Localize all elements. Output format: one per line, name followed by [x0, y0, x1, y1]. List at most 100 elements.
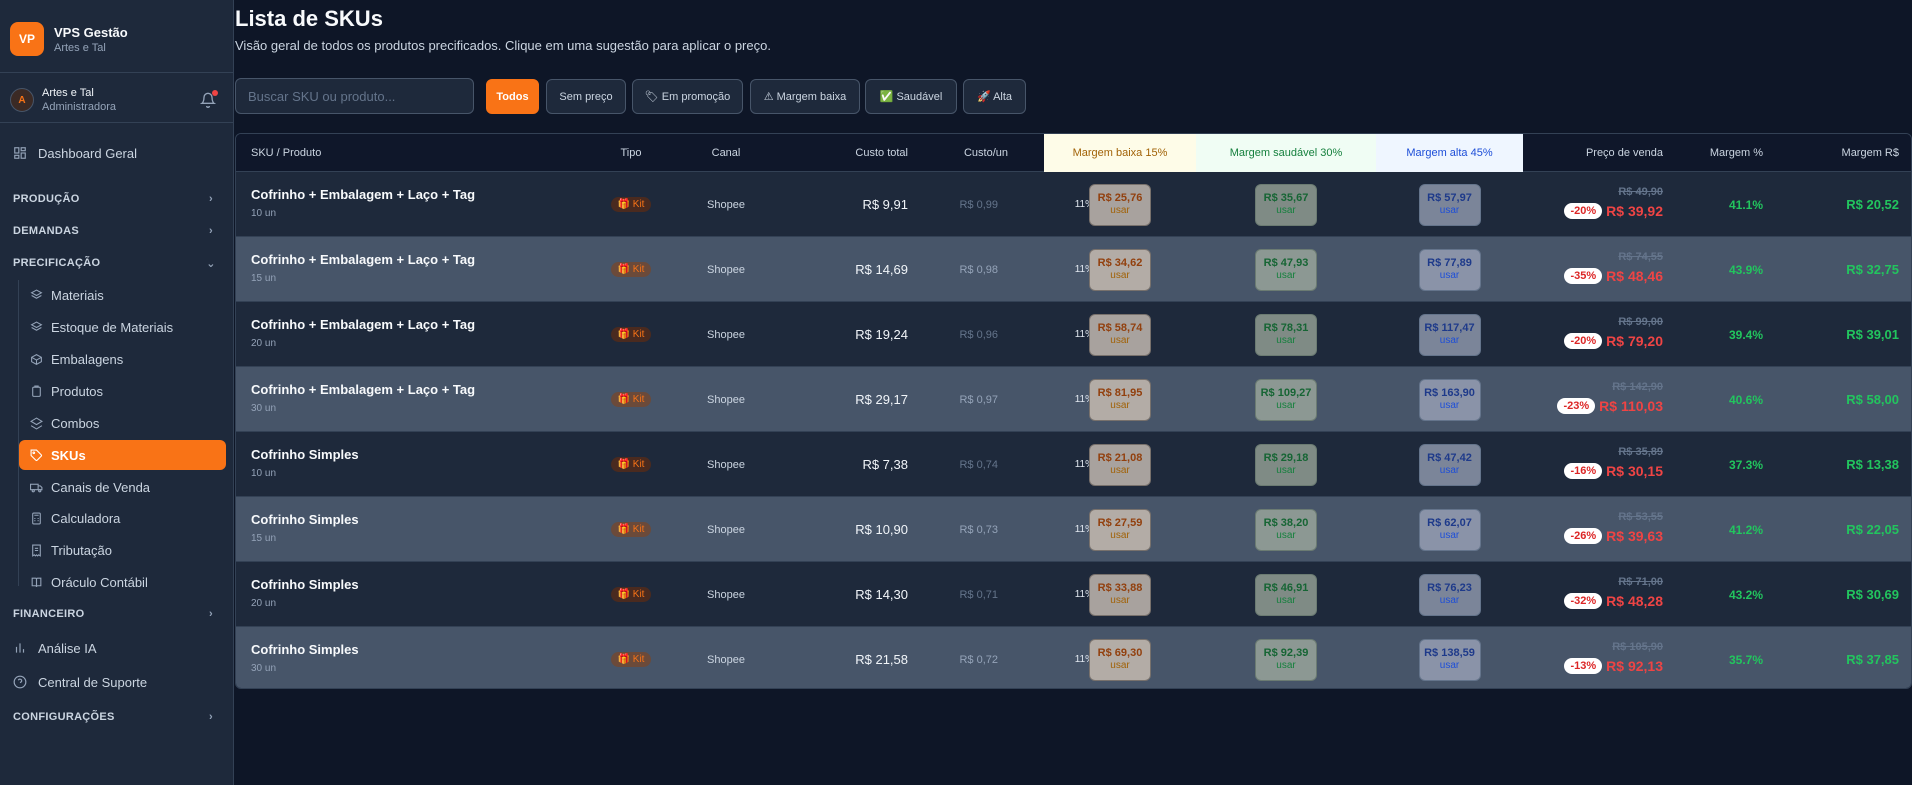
suggest-low-margin-button[interactable]: R$ 33,88 usar	[1089, 573, 1151, 616]
kit-badge: 🎁 Kit	[610, 587, 652, 602]
col-tipo[interactable]: Tipo	[576, 134, 686, 172]
sale-price[interactable]: R$ 74,55 -35% R$ 48,46	[1403, 237, 1663, 302]
col-preco[interactable]: Preço de venda	[1523, 134, 1663, 172]
margin-percent: 41.2%	[1728, 522, 1763, 537]
promo-price: R$ 110,03	[1599, 398, 1663, 414]
search-input[interactable]	[235, 78, 474, 114]
col-margem-alta[interactable]: Margem alta 45%	[1376, 134, 1523, 172]
suggest-low-margin-button[interactable]: R$ 27,59 usar	[1089, 508, 1151, 551]
nav-suporte[interactable]: Central de Suporte	[12, 669, 226, 695]
nav-section-demandas[interactable]: DEMANDAS ›	[13, 221, 216, 241]
chevron-right-icon: ›	[209, 608, 213, 620]
sidebar-item-canais[interactable]: Canais de Venda	[19, 472, 226, 502]
sidebar-item-produtos[interactable]: Produtos	[19, 376, 226, 406]
suggest-low-margin-button[interactable]: R$ 81,95 usar	[1089, 378, 1151, 421]
sidebar-item-oraculo[interactable]: Oráculo Contábil	[19, 567, 226, 597]
nav-section-producao[interactable]: PRODUÇÃO ›	[13, 189, 216, 209]
margin-percent: 43.9%	[1728, 262, 1763, 277]
table-row[interactable]: Cofrinho Simples 15 un 🎁 Kit Shopee R$ 10,90…	[236, 497, 1911, 562]
promo-price: R$ 48,46	[1606, 268, 1663, 284]
suggest-healthy-margin-button[interactable]: R$ 35,67 usar	[1255, 183, 1317, 226]
sale-price[interactable]: R$ 35,89 -16% R$ 30,15	[1403, 432, 1663, 497]
sidebar-item-calculadora[interactable]: Calculadora	[19, 503, 226, 533]
sale-price[interactable]: R$ 105,90 -13% R$ 92,13	[1403, 627, 1663, 688]
bell-icon[interactable]	[200, 90, 218, 108]
sale-price[interactable]: R$ 53,55 -26% R$ 39,63	[1403, 497, 1663, 562]
product-name[interactable]: Cofrinho Simples	[251, 642, 359, 657]
table-row[interactable]: Cofrinho Simples 20 un 🎁 Kit Shopee R$ 14,30…	[236, 562, 1911, 627]
sidebar-item-estoque[interactable]: Estoque de Materiais	[19, 312, 226, 342]
help-circle-icon	[12, 674, 28, 690]
table-row[interactable]: Cofrinho + Embalagem + Laço + Tag 30 un 🎁 …	[236, 367, 1911, 432]
product-name[interactable]: Cofrinho Simples	[251, 577, 359, 592]
filter-sem-preco[interactable]: Sem preço	[546, 79, 626, 114]
sale-price[interactable]: R$ 99,00 -20% R$ 79,20	[1403, 302, 1663, 367]
suggest-healthy-margin-button[interactable]: R$ 78,31 usar	[1255, 313, 1317, 356]
suggest-healthy-margin-button[interactable]: R$ 47,93 usar	[1255, 248, 1317, 291]
nav-section-financeiro[interactable]: FINANCEIRO ›	[13, 604, 216, 624]
product-qty: 20 un	[251, 338, 277, 349]
table-row[interactable]: Cofrinho Simples 30 un 🎁 Kit Shopee R$ 21,58…	[236, 627, 1911, 688]
table-row[interactable]: Cofrinho + Embalagem + Laço + Tag 10 un 🎁 …	[236, 172, 1911, 237]
sidebar-item-skus[interactable]: SKUs	[19, 440, 226, 470]
product-name[interactable]: Cofrinho + Embalagem + Laço + Tag	[251, 187, 475, 202]
suggest-healthy-margin-button[interactable]: R$ 92,39 usar	[1255, 638, 1317, 681]
col-sku[interactable]: SKU / Produto	[251, 134, 451, 172]
sidebar-item-label: Oráculo Contábil	[51, 574, 148, 590]
suggest-value: R$ 47,93	[1263, 256, 1309, 269]
sale-price[interactable]: R$ 71,00 -32% R$ 48,28	[1403, 562, 1663, 627]
chevron-right-icon: ›	[209, 193, 213, 205]
suggest-low-margin-button[interactable]: R$ 21,08 usar	[1089, 443, 1151, 486]
col-margem-rs[interactable]: Margem R$	[1763, 134, 1899, 172]
filter-alta[interactable]: 🚀 Alta	[963, 79, 1026, 114]
col-canal[interactable]: Canal	[676, 134, 776, 172]
table-row[interactable]: Cofrinho + Embalagem + Laço + Tag 20 un 🎁 …	[236, 302, 1911, 367]
suggest-healthy-margin-button[interactable]: R$ 46,91 usar	[1255, 573, 1317, 616]
filter-todos[interactable]: Todos	[486, 79, 539, 114]
nav-analise-ia[interactable]: Análise IA	[12, 635, 226, 661]
suggest-low-margin-button[interactable]: R$ 34,62 usar	[1089, 248, 1151, 291]
col-margem-saudavel[interactable]: Margem saudável 30%	[1196, 134, 1376, 172]
product-name[interactable]: Cofrinho + Embalagem + Laço + Tag	[251, 252, 475, 267]
filter-margem-baixa[interactable]: ⚠ Margem baixa	[750, 79, 860, 114]
filter-em-promocao[interactable]: 🏷 Em promoção	[632, 79, 743, 114]
suggest-healthy-margin-button[interactable]: R$ 29,18 usar	[1255, 443, 1317, 486]
sidebar-item-label: Tributação	[51, 542, 112, 558]
sale-price[interactable]: R$ 142,90 -23% R$ 110,03	[1403, 367, 1663, 432]
margin-percent: 37.3%	[1728, 457, 1763, 472]
col-custo-un[interactable]: Custo/un	[908, 134, 1008, 172]
product-name[interactable]: Cofrinho Simples	[251, 447, 359, 462]
filter-saudavel[interactable]: ✅ Saudável	[865, 79, 957, 114]
user-profile[interactable]: A Artes e Tal Administradora	[10, 87, 218, 113]
nav-section-configuracoes[interactable]: CONFIGURAÇÕES ›	[13, 707, 216, 727]
brand-logo: VP	[10, 22, 44, 56]
nav-dashboard[interactable]: Dashboard Geral	[12, 140, 226, 166]
product-name[interactable]: Cofrinho + Embalagem + Laço + Tag	[251, 382, 475, 397]
sale-price[interactable]: R$ 49,90 -20% R$ 39,92	[1403, 172, 1663, 237]
product-name[interactable]: Cofrinho Simples	[251, 512, 359, 527]
sidebar-item-embalagens[interactable]: Embalagens	[19, 344, 226, 374]
sidebar-item-combos[interactable]: Combos	[19, 408, 226, 438]
sidebar: VP VPS Gestão Artes e Tal A Artes e Tal …	[0, 0, 234, 785]
sidebar-item-materiais[interactable]: Materiais	[19, 280, 226, 310]
sidebar-divider	[0, 122, 234, 123]
suggest-low-margin-button[interactable]: R$ 58,74 usar	[1089, 313, 1151, 356]
table-row[interactable]: Cofrinho Simples 10 un 🎁 Kit Shopee R$ 7,38 R…	[236, 432, 1911, 497]
suggest-use-label: usar	[1110, 400, 1130, 412]
unit-cost: R$ 0,97	[959, 393, 998, 406]
suggest-healthy-margin-button[interactable]: R$ 38,20 usar	[1255, 508, 1317, 551]
brand[interactable]: VP VPS Gestão Artes e Tal	[10, 22, 128, 56]
col-margem-pct[interactable]: Margem %	[1663, 134, 1763, 172]
suggest-low-margin-button[interactable]: R$ 69,30 usar	[1089, 638, 1151, 681]
sidebar-item-tributacao[interactable]: Tributação	[19, 535, 226, 565]
nav-section-precificacao[interactable]: PRECIFICAÇÃO ⌄	[13, 253, 216, 273]
unit-cost: R$ 0,72	[959, 653, 998, 666]
suggest-low-margin-button[interactable]: R$ 25,76 usar	[1089, 183, 1151, 226]
suggest-healthy-margin-button[interactable]: R$ 109,27 usar	[1255, 378, 1317, 421]
total-cost: R$ 19,24	[855, 327, 908, 342]
product-name[interactable]: Cofrinho + Embalagem + Laço + Tag	[251, 317, 475, 332]
col-margem-baixa[interactable]: Margem baixa 15%	[1044, 134, 1196, 172]
col-custo-total[interactable]: Custo total	[776, 134, 908, 172]
table-header: SKU / Produto Tipo Canal Custo total Cus…	[236, 134, 1911, 172]
table-row[interactable]: Cofrinho + Embalagem + Laço + Tag 15 un 🎁 …	[236, 237, 1911, 302]
